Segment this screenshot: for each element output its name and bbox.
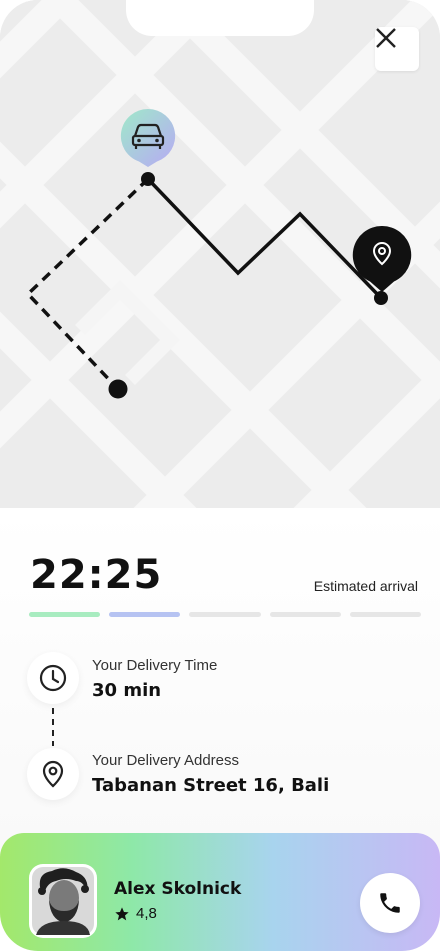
destination-marker[interactable]	[352, 226, 412, 294]
progress-step-complete	[29, 612, 101, 617]
delivery-progress-bar	[29, 612, 421, 618]
connector-dashes	[52, 708, 54, 746]
driver-marker[interactable]	[119, 109, 177, 167]
car-icon	[120, 109, 176, 167]
driver-name: Alex Skolnick	[114, 879, 242, 899]
tracking-screen: 22:25 Estimated arrival Your Delivery Ti…	[0, 0, 440, 951]
address-icon-badge	[27, 748, 79, 800]
call-driver-button[interactable]	[360, 873, 420, 933]
origin-dot	[108, 379, 128, 399]
driver-avatar[interactable]	[29, 864, 97, 938]
arrival-time: 22:25	[30, 552, 163, 598]
location-icon	[42, 760, 64, 788]
progress-step-pending	[269, 612, 341, 617]
delivery-address-label: Your Delivery Address	[92, 752, 240, 769]
route-start-dot	[141, 172, 155, 186]
delivery-time-value: 30 min	[92, 680, 162, 701]
progress-step-pending	[349, 612, 421, 617]
route-map[interactable]	[0, 0, 440, 508]
delivery-address-value: Tabanan Street 16, Bali	[92, 775, 330, 796]
phone-icon	[380, 893, 400, 913]
clock-icon-badge	[27, 652, 79, 704]
clock-icon	[39, 664, 67, 692]
arrival-label: Estimated arrival	[313, 578, 418, 594]
driver-card: Alex Skolnick 4,8	[0, 833, 440, 951]
delivery-time-label: Your Delivery Time	[92, 657, 218, 674]
phone-notch	[126, 0, 314, 36]
close-button[interactable]	[375, 27, 419, 71]
close-icon	[376, 28, 396, 48]
driver-photo	[32, 867, 94, 935]
progress-step-pending	[189, 612, 261, 617]
driver-rating: 4,8	[114, 905, 157, 922]
star-icon	[115, 906, 129, 920]
progress-step-complete	[109, 612, 181, 617]
location-pin-icon	[352, 226, 412, 292]
rating-value: 4,8	[136, 905, 157, 922]
